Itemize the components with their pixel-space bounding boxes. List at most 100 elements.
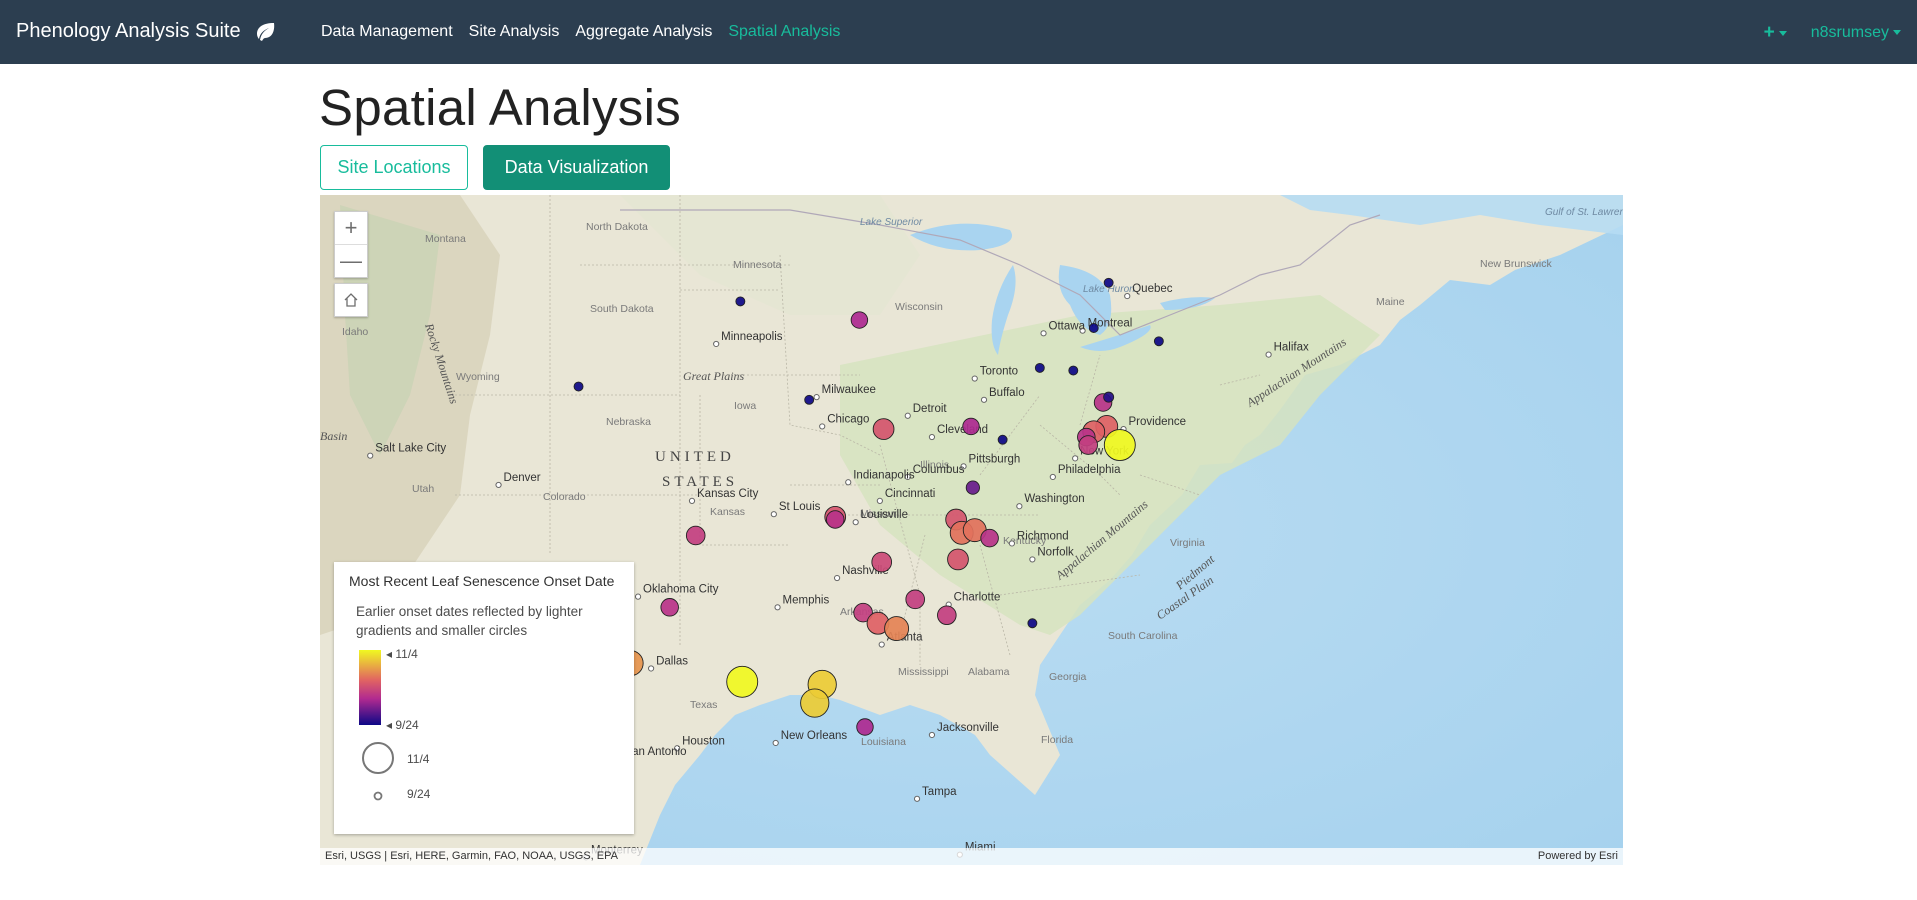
- legend-color-ramp: [359, 650, 381, 725]
- attribution-sources[interactable]: Esri, USGS | Esri, HERE, Garmin, FAO, NO…: [325, 850, 618, 862]
- city-label: Detroit: [913, 403, 948, 415]
- city-label: Providence: [1129, 416, 1187, 428]
- legend-size-max: 11/4: [407, 752, 430, 766]
- region-label-mississippi: Mississippi: [898, 666, 949, 678]
- site-point[interactable]: [1088, 323, 1099, 333]
- site-point[interactable]: [965, 480, 980, 495]
- tab-site-locations[interactable]: Site Locations: [320, 145, 468, 190]
- zoom-out-button[interactable]: —: [335, 245, 367, 277]
- site-point[interactable]: [1103, 391, 1115, 403]
- site-point[interactable]: [962, 417, 980, 436]
- nav-data-management[interactable]: Data Management: [321, 23, 453, 41]
- zoom-in-button[interactable]: +: [335, 212, 367, 245]
- nav-aggregate-analysis[interactable]: Aggregate Analysis: [575, 23, 712, 41]
- legend-size-small-circle: [373, 791, 383, 801]
- legend-title: Most Recent Leaf Senescence Onset Date: [349, 573, 615, 589]
- site-point[interactable]: [685, 525, 706, 546]
- city-label: St Louis: [779, 501, 821, 513]
- region-label-georgia: Georgia: [1049, 671, 1087, 683]
- site-point[interactable]: [1103, 429, 1136, 461]
- page-title: Spatial Analysis: [319, 79, 681, 136]
- tab-data-visualization[interactable]: Data Visualization: [483, 145, 670, 190]
- nav-site-analysis[interactable]: Site Analysis: [469, 23, 560, 41]
- site-point[interactable]: [937, 605, 957, 626]
- city-marker: [913, 795, 921, 802]
- city-marker: [1040, 330, 1047, 337]
- region-label-north-dakota: North Dakota: [586, 221, 648, 233]
- city-marker: [980, 396, 988, 403]
- site-point[interactable]: [825, 510, 845, 529]
- region-label-florida: Florida: [1041, 734, 1073, 746]
- city-label: Halifax: [1274, 342, 1309, 354]
- powered-by-esri[interactable]: Powered by Esri: [1538, 850, 1618, 862]
- city-marker: [1049, 473, 1056, 481]
- site-point[interactable]: [1034, 362, 1045, 373]
- brand[interactable]: Phenology Analysis Suite: [16, 20, 277, 43]
- legend-size-large-circle: [362, 742, 394, 774]
- region-label-maine: Maine: [1376, 296, 1405, 308]
- site-point[interactable]: [872, 418, 895, 440]
- region-label-montana: Montana: [425, 233, 466, 245]
- site-point[interactable]: [1078, 435, 1098, 455]
- site-point[interactable]: [871, 551, 893, 573]
- site-point[interactable]: [1068, 365, 1079, 376]
- site-point[interactable]: [980, 528, 999, 548]
- site-point[interactable]: [905, 589, 925, 610]
- site-point[interactable]: [735, 296, 746, 307]
- legend-color-max: ◂ 11/4: [386, 647, 418, 661]
- city-marker: [495, 481, 502, 489]
- main-nav: Data Management Site Analysis Aggregate …: [321, 23, 840, 41]
- site-point[interactable]: [573, 381, 584, 392]
- brand-title: Phenology Analysis Suite: [16, 20, 241, 42]
- site-point[interactable]: [800, 688, 830, 718]
- region-label-wyoming: Wyoming: [456, 371, 500, 383]
- add-dropdown[interactable]: +: [1764, 22, 1787, 44]
- city-marker: [1016, 503, 1023, 510]
- region-label-alabama: Alabama: [968, 666, 1010, 678]
- city-marker: [774, 604, 781, 611]
- city-marker: [1008, 540, 1016, 547]
- map-view[interactable]: Montana North Dakota South Dakota Minnes…: [320, 195, 1623, 865]
- city-label: Indianapolis: [853, 469, 915, 481]
- site-point[interactable]: [804, 394, 815, 405]
- leaf-icon: [256, 22, 274, 41]
- city-label: Pittsburgh: [969, 453, 1021, 465]
- city-label: Minneapolis: [721, 331, 783, 343]
- city-label: New Orleans: [781, 730, 848, 742]
- region-label-wisconsin: Wisconsin: [895, 301, 943, 313]
- site-point[interactable]: [856, 718, 874, 736]
- site-point[interactable]: [884, 616, 910, 642]
- site-point[interactable]: [1027, 618, 1038, 629]
- city-label: Quebec: [1132, 283, 1173, 295]
- city-marker: [819, 423, 826, 430]
- city-marker: [852, 519, 859, 526]
- region-label-kansas: Kansas: [710, 506, 745, 518]
- city-label: Columbus: [913, 464, 965, 476]
- user-dropdown[interactable]: n8srumsey: [1811, 24, 1901, 42]
- city-marker: [772, 739, 779, 747]
- nav-spatial-analysis[interactable]: Spatial Analysis: [728, 23, 840, 41]
- region-label-united: UNITED: [655, 449, 735, 465]
- city-marker: [1072, 455, 1079, 462]
- legend-size-min: 9/24: [407, 787, 431, 801]
- city-label: Norfolk: [1037, 546, 1074, 558]
- map-legend: Most Recent Leaf Senescence Onset Date E…: [334, 562, 634, 834]
- city-label: Richmond: [1017, 530, 1069, 542]
- site-point[interactable]: [997, 434, 1008, 445]
- city-label: Cincinnati: [885, 488, 936, 500]
- site-point[interactable]: [660, 598, 679, 617]
- city-marker: [770, 511, 777, 518]
- city-label: Tampa: [922, 786, 957, 798]
- site-point[interactable]: [850, 311, 869, 329]
- city-label: Washington: [1024, 493, 1084, 505]
- site-point[interactable]: [947, 548, 969, 571]
- city-label: Buffalo: [989, 387, 1025, 399]
- city-label: Denver: [504, 472, 541, 484]
- city-marker: [1265, 351, 1272, 358]
- site-point[interactable]: [726, 665, 759, 698]
- home-button[interactable]: [334, 283, 368, 317]
- city-marker: [878, 641, 885, 648]
- chevron-down-icon: [1893, 30, 1901, 36]
- site-point[interactable]: [1153, 336, 1164, 347]
- site-point[interactable]: [1103, 277, 1114, 288]
